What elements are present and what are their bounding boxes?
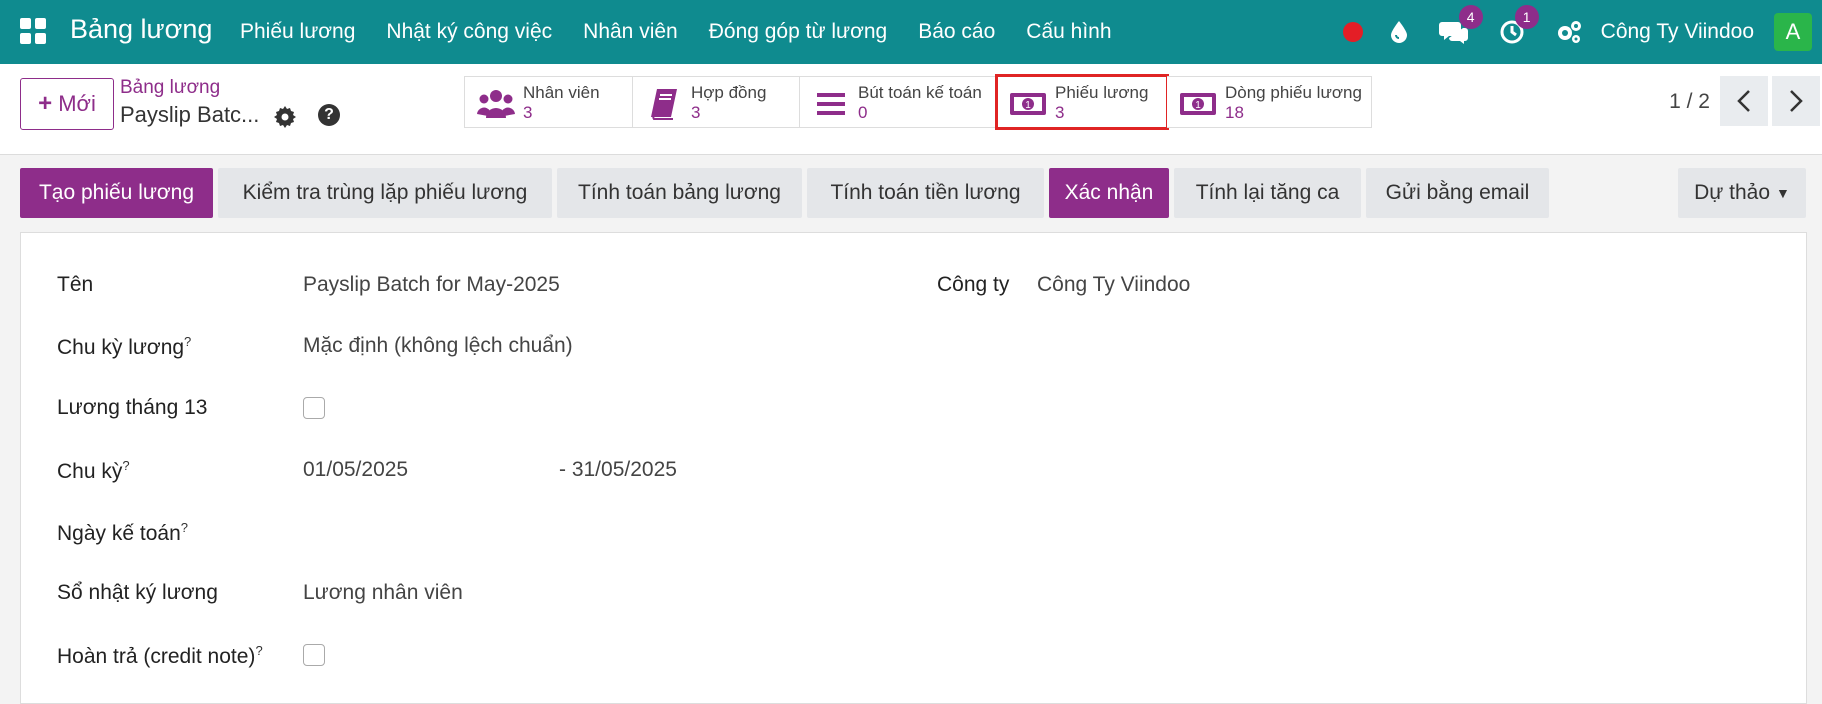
accounting-date-field[interactable] xyxy=(303,520,603,546)
thirteenth-month-label: Lương tháng 13 xyxy=(57,396,208,419)
company-label: Công ty xyxy=(937,273,1010,296)
money-icon: 1 xyxy=(1009,85,1047,123)
salary-journal-label: Sổ nhật ký lương xyxy=(57,581,218,604)
confirm-button[interactable]: Xác nhận xyxy=(1049,168,1169,218)
state-dropdown[interactable]: Dự thảo ▼ xyxy=(1678,168,1806,218)
menu-item-reports[interactable]: Báo cáo xyxy=(918,20,995,44)
svg-text:1: 1 xyxy=(1195,100,1201,111)
period-from-field[interactable]: 01/05/2025 xyxy=(303,458,408,482)
smart-button-count: 3 xyxy=(523,103,533,122)
recompute-overtime-button[interactable]: Tính lại tăng ca xyxy=(1174,168,1361,218)
check-duplicate-payslips-button[interactable]: Kiểm tra trùng lặp phiếu lương xyxy=(218,168,552,218)
smart-button-payslip-lines[interactable]: 1 Dòng phiếu lương 18 xyxy=(1167,76,1372,128)
smart-button-count: 3 xyxy=(1055,103,1065,122)
salary-cycle-label: Chu kỳ lương? xyxy=(57,334,192,359)
users-icon xyxy=(477,85,515,123)
breadcrumb-parent[interactable]: Bảng lương xyxy=(120,77,220,99)
navbar-systray: 4 1 Công Ty Viindoo A xyxy=(1342,0,1822,64)
chevron-left-icon xyxy=(1737,90,1750,112)
credit-note-checkbox[interactable] xyxy=(303,644,325,666)
name-field[interactable]: Payslip Batch for May-2025 xyxy=(303,273,560,297)
smart-button-payslips[interactable]: 1 Phiếu lương 3 xyxy=(995,74,1169,130)
period-to-field[interactable]: - 31/05/2025 xyxy=(559,458,677,482)
chevron-right-icon xyxy=(1790,90,1803,112)
drop-icon[interactable] xyxy=(1389,20,1409,44)
smart-button-label: Hợp đồng xyxy=(691,83,767,102)
activities-clock-icon[interactable]: 1 xyxy=(1499,5,1539,45)
apps-grid-icon[interactable] xyxy=(20,18,46,44)
smart-button-label: Nhân viên xyxy=(523,83,600,102)
salary-cycle-field[interactable]: Mặc định (không lệch chuẩn) xyxy=(303,334,573,358)
record-title: Payslip Batc... xyxy=(120,102,260,127)
compute-salary-button[interactable]: Tính toán tiền lương xyxy=(807,168,1044,218)
smart-buttons: Nhân viên 3 Hợp đồng 3 Bút toán kế toán … xyxy=(464,74,1372,130)
company-name[interactable]: Công Ty Viindoo xyxy=(1601,20,1754,44)
help-tooltip-icon[interactable]: ? xyxy=(122,458,129,473)
help-tooltip-icon[interactable]: ? xyxy=(255,643,262,658)
menu-item-contributions[interactable]: Đóng góp từ lương xyxy=(709,20,888,44)
smart-button-journal-entries[interactable]: Bút toán kế toán 0 xyxy=(800,76,997,128)
pager-previous-button[interactable] xyxy=(1720,76,1768,126)
send-by-email-button[interactable]: Gửi bằng email xyxy=(1366,168,1549,218)
pager-value[interactable]: 1 / 2 xyxy=(1669,90,1710,114)
caret-down-icon: ▼ xyxy=(1776,185,1790,201)
smart-button-label: Dòng phiếu lương xyxy=(1225,83,1362,102)
compute-sheet-button[interactable]: Tính toán bảng lương xyxy=(557,168,802,218)
svg-text:1: 1 xyxy=(1025,100,1031,111)
company-field[interactable]: Công Ty Viindoo xyxy=(1037,273,1190,297)
company-switch-gears-icon[interactable] xyxy=(1555,19,1583,45)
smart-button-contracts[interactable]: Hợp đồng 3 xyxy=(633,76,800,128)
activities-badge: 1 xyxy=(1514,5,1539,29)
menu-item-work-entries[interactable]: Nhật ký công việc xyxy=(386,20,552,44)
smart-button-label: Phiếu lương xyxy=(1055,83,1149,102)
user-avatar[interactable]: A xyxy=(1774,13,1812,51)
messages-badge: 4 xyxy=(1458,5,1483,29)
top-navbar: Bảng lương Phiếu lương Nhật ký công việc… xyxy=(0,0,1822,64)
app-brand[interactable]: Bảng lương xyxy=(70,14,212,45)
book-icon xyxy=(645,85,683,123)
new-button-label: Mới xyxy=(58,91,96,116)
period-label: Chu kỳ? xyxy=(57,458,130,483)
recording-indicator-icon[interactable] xyxy=(1342,22,1363,42)
plus-icon: + xyxy=(38,90,53,117)
pager-next-button[interactable] xyxy=(1772,76,1820,126)
accounting-date-label: Ngày kế toán? xyxy=(57,520,188,545)
form-sheet: Tên Payslip Batch for May-2025 Công ty C… xyxy=(20,232,1807,704)
name-label: Tên xyxy=(57,273,94,296)
new-button[interactable]: + Mới xyxy=(20,78,114,130)
smart-button-count: 3 xyxy=(691,103,701,122)
smart-button-count: 18 xyxy=(1225,103,1244,122)
create-payslips-button[interactable]: Tạo phiếu lương xyxy=(20,168,213,218)
menu-item-configuration[interactable]: Cấu hình xyxy=(1026,20,1111,44)
gear-icon[interactable] xyxy=(274,106,296,133)
list-icon xyxy=(812,85,850,123)
menu-item-payslips[interactable]: Phiếu lương xyxy=(240,20,355,44)
help-tooltip-icon[interactable]: ? xyxy=(184,334,191,349)
statusbar: Tạo phiếu lương Kiểm tra trùng lặp phiếu… xyxy=(0,154,1822,226)
help-tooltip-icon[interactable]: ? xyxy=(181,520,188,535)
smart-button-count: 0 xyxy=(858,103,868,122)
help-icon[interactable]: ? xyxy=(318,104,340,126)
credit-note-label: Hoàn trả (credit note)? xyxy=(57,643,263,668)
money-icon: 1 xyxy=(1179,85,1217,123)
menu-item-employees[interactable]: Nhân viên xyxy=(583,20,678,44)
state-label: Dự thảo xyxy=(1694,181,1771,204)
main-menu: Phiếu lương Nhật ký công việc Nhân viên … xyxy=(240,0,1143,64)
thirteenth-month-checkbox[interactable] xyxy=(303,397,325,419)
smart-button-label: Bút toán kế toán xyxy=(858,83,982,102)
smart-button-employees[interactable]: Nhân viên 3 xyxy=(465,76,633,128)
control-panel: + Mới Bảng lương Payslip Batc... ? Nhân … xyxy=(0,64,1822,155)
messages-icon[interactable]: 4 xyxy=(1438,5,1483,45)
salary-journal-field[interactable]: Lương nhân viên xyxy=(303,581,463,605)
